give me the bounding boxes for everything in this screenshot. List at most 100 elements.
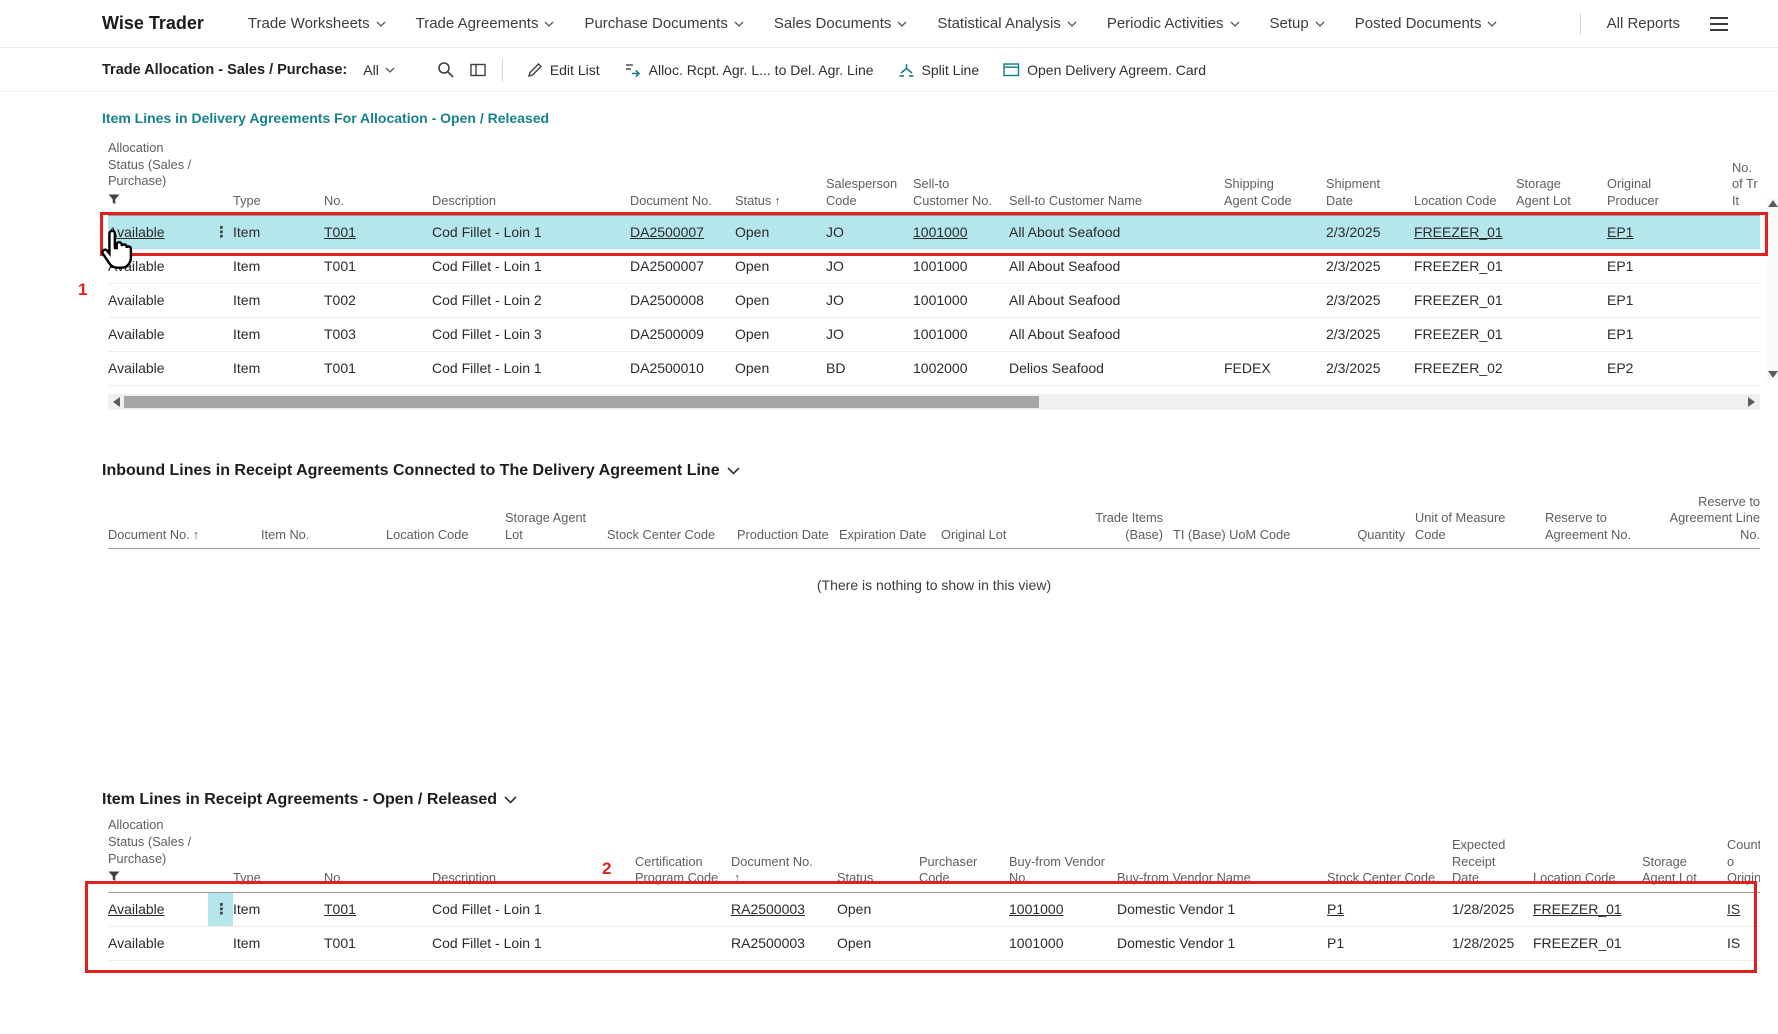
- hamburger-menu-icon[interactable]: [1706, 13, 1732, 35]
- table-row[interactable]: Available ⋮ Item T003 Cod Fillet - Loin …: [108, 318, 1760, 352]
- column-header-no[interactable]: No.: [324, 193, 432, 210]
- column-header-buyfrom-vendor-name[interactable]: Buy-from Vendor Name: [1117, 870, 1327, 887]
- column-header-no-of-trade-items[interactable]: No. of Tr It: [1732, 160, 1760, 210]
- column-header-type[interactable]: Type: [233, 870, 324, 887]
- column-header-shipment-date[interactable]: Shipment Date: [1326, 176, 1414, 209]
- cell-description[interactable]: Cod Fillet - Loin 1: [432, 258, 630, 274]
- column-header-sellto-customer-name[interactable]: Sell-to Customer Name: [1009, 193, 1224, 210]
- column-header-document-no[interactable]: Document No.↑: [108, 527, 261, 544]
- cell-sellto-customer-no[interactable]: 1001000: [913, 292, 1009, 308]
- column-header-buyfrom-vendor-no[interactable]: Buy-from Vendor No.: [1009, 854, 1117, 887]
- column-header-storage-agent-lot[interactable]: Storage Agent Lot: [1642, 854, 1727, 887]
- cell-location-code[interactable]: FREEZER_01: [1414, 292, 1516, 308]
- table-row[interactable]: Available ⋮ Item T002 Cod Fillet - Loin …: [108, 284, 1760, 318]
- cell-type[interactable]: Item: [233, 224, 324, 240]
- column-header-storage-agent-lot[interactable]: Storage Agent Lot: [1516, 176, 1607, 209]
- cell-original-producer[interactable]: EP1: [1607, 326, 1732, 342]
- scroll-track[interactable]: [1766, 207, 1778, 371]
- cell-location-code[interactable]: FREEZER_01: [1414, 326, 1516, 342]
- cell-type[interactable]: Item: [233, 258, 324, 274]
- scroll-down-arrow[interactable]: [1768, 371, 1778, 378]
- column-header-allocation-status[interactable]: Allocation Status (Sales / Purchase): [108, 817, 208, 887]
- scroll-left-arrow[interactable]: [113, 397, 120, 407]
- cell-salesperson-code[interactable]: JO: [826, 326, 913, 342]
- allocate-receipt-to-delivery-button[interactable]: Alloc. Rcpt. Agr. L... to Del. Agr. Line: [624, 62, 874, 78]
- column-header-storage-agent-lot[interactable]: Storage Agent Lot: [505, 510, 607, 543]
- cell-sellto-customer-no[interactable]: 1001000: [913, 258, 1009, 274]
- table-view-icon[interactable]: [470, 63, 486, 77]
- scroll-right-arrow[interactable]: [1748, 397, 1755, 407]
- cell-document-no[interactable]: DA2500010: [630, 360, 735, 376]
- cell-no[interactable]: T001: [324, 935, 432, 951]
- cell-no[interactable]: T001: [324, 360, 432, 376]
- column-header-original-producer[interactable]: Original Producer: [1607, 176, 1732, 209]
- column-header-reserve-to-agreement-no[interactable]: Reserve to Agreement No.: [1545, 510, 1660, 543]
- cell-status[interactable]: Open: [837, 935, 919, 951]
- table-row[interactable]: Available ⋮ Item T001 Cod Fillet - Loin …: [108, 250, 1760, 284]
- column-header-trade-items-base[interactable]: Trade Items (Base): [1054, 510, 1173, 543]
- column-header-allocation-status[interactable]: Allocation Status (Sales / Purchase): [108, 140, 208, 210]
- cell-allocation-status[interactable]: Available: [108, 935, 208, 951]
- cell-no[interactable]: T001: [324, 901, 432, 917]
- cell-status[interactable]: Open: [735, 292, 826, 308]
- cell-status[interactable]: Open: [735, 224, 826, 240]
- nav-item-trade-agreements[interactable]: Trade Agreements: [416, 15, 555, 32]
- table-row[interactable]: Available ⋮ Item T001 Cod Fillet - Loin …: [108, 927, 1760, 961]
- column-header-document-no[interactable]: Document No.↑: [731, 854, 837, 887]
- cell-expected-receipt-date[interactable]: 1/28/2025: [1452, 901, 1533, 917]
- cell-status[interactable]: Open: [735, 258, 826, 274]
- column-header-salesperson-code[interactable]: Salesperson Code: [826, 176, 913, 209]
- filter-icon[interactable]: [108, 193, 198, 210]
- app-brand[interactable]: Wise Trader: [102, 13, 204, 34]
- cell-buyfrom-vendor-name[interactable]: Domestic Vendor 1: [1117, 901, 1327, 917]
- cell-allocation-status[interactable]: Available: [108, 326, 208, 342]
- column-header-original-lot[interactable]: Original Lot: [941, 527, 1054, 544]
- cell-shipment-date[interactable]: 2/3/2025: [1326, 258, 1414, 274]
- cell-status[interactable]: Open: [735, 360, 826, 376]
- column-header-production-date[interactable]: Production Date: [737, 527, 839, 544]
- row-menu-button[interactable]: ⋮: [208, 291, 233, 309]
- cell-expected-receipt-date[interactable]: 1/28/2025: [1452, 935, 1533, 951]
- column-header-sellto-customer-no[interactable]: Sell-to Customer No.: [913, 176, 1009, 209]
- cell-salesperson-code[interactable]: JO: [826, 258, 913, 274]
- row-menu-button[interactable]: ⋮: [208, 934, 233, 952]
- cell-status[interactable]: Open: [735, 326, 826, 342]
- column-header-description[interactable]: Description: [432, 193, 630, 210]
- column-header-location-code[interactable]: Location Code: [1414, 193, 1516, 210]
- column-header-stock-center-code[interactable]: Stock Center Code: [1327, 870, 1452, 887]
- cell-no[interactable]: T003: [324, 326, 432, 342]
- nav-item-setup[interactable]: Setup: [1270, 15, 1325, 32]
- cell-location-code[interactable]: FREEZER_01: [1414, 224, 1516, 240]
- nav-item-purchase-documents[interactable]: Purchase Documents: [584, 15, 743, 32]
- cell-description[interactable]: Cod Fillet - Loin 1: [432, 935, 635, 951]
- column-header-purchaser-code[interactable]: Purchaser Code: [919, 854, 1009, 887]
- cell-status[interactable]: Open: [837, 901, 919, 917]
- cell-sellto-customer-name[interactable]: All About Seafood: [1009, 224, 1224, 240]
- column-header-no[interactable]: No.: [324, 870, 432, 887]
- cell-document-no[interactable]: RA2500003: [731, 935, 837, 951]
- cell-no[interactable]: T002: [324, 292, 432, 308]
- search-icon[interactable]: [437, 61, 454, 78]
- cell-buyfrom-vendor-no[interactable]: 1001000: [1009, 901, 1117, 917]
- cell-salesperson-code[interactable]: JO: [826, 292, 913, 308]
- scroll-up-arrow[interactable]: [1768, 200, 1778, 207]
- split-line-button[interactable]: Split Line: [898, 62, 980, 78]
- nav-item-statistical-analysis[interactable]: Statistical Analysis: [937, 15, 1076, 32]
- cell-description[interactable]: Cod Fillet - Loin 1: [432, 901, 635, 917]
- cell-no[interactable]: T001: [324, 224, 432, 240]
- cell-type[interactable]: Item: [233, 901, 324, 917]
- column-header-quantity[interactable]: Quantity: [1309, 527, 1415, 544]
- cell-sellto-customer-name[interactable]: All About Seafood: [1009, 258, 1224, 274]
- column-header-expected-receipt-date[interactable]: Expected Receipt Date: [1452, 837, 1533, 887]
- chevron-down-icon[interactable]: [504, 796, 517, 804]
- column-header-stock-center-code[interactable]: Stock Center Code: [607, 527, 737, 544]
- cell-shipping-agent-code[interactable]: FEDEX: [1224, 360, 1326, 376]
- row-menu-button[interactable]: ⋮: [208, 359, 233, 377]
- cell-stock-center-code[interactable]: P1: [1327, 935, 1452, 951]
- row-menu-button[interactable]: ⋮: [208, 223, 233, 241]
- cell-salesperson-code[interactable]: JO: [826, 224, 913, 240]
- row-menu-button[interactable]: ⋮: [208, 257, 233, 275]
- cell-document-no[interactable]: RA2500003: [731, 901, 837, 917]
- cell-type[interactable]: Item: [233, 360, 324, 376]
- horizontal-scrollbar[interactable]: [108, 394, 1760, 410]
